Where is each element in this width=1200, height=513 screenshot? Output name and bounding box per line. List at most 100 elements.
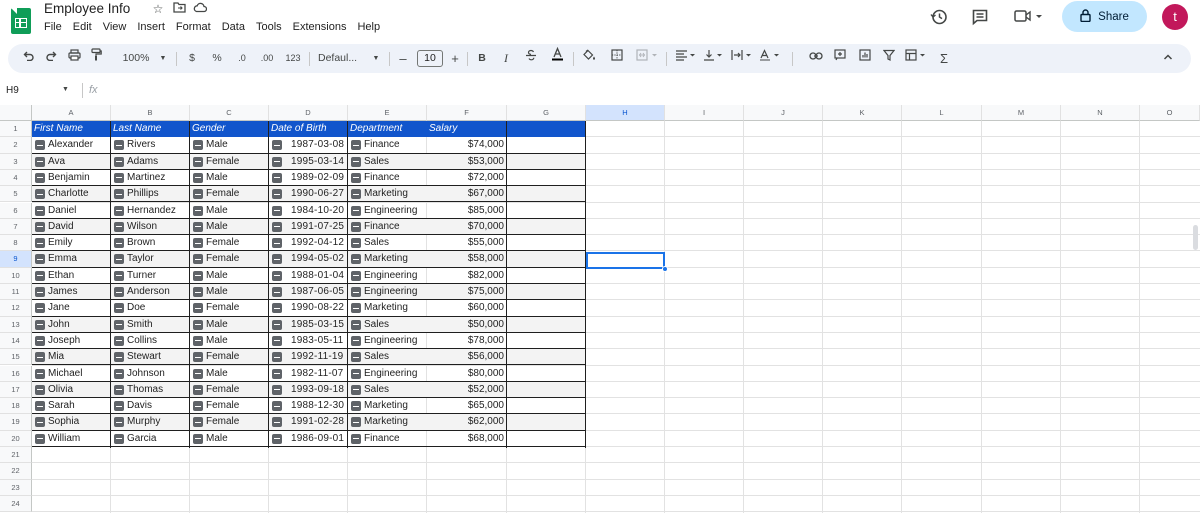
table-cell-first-name[interactable]: Daniel <box>32 203 111 219</box>
currency-button[interactable]: $ <box>185 44 199 73</box>
minus-chip-icon[interactable] <box>114 189 124 200</box>
header-last-name[interactable]: Last Name <box>111 121 190 137</box>
zoom-select[interactable]: 100% <box>118 44 154 73</box>
table-cell-last-name[interactable]: Martinez <box>111 170 190 186</box>
column-header-k[interactable]: K <box>823 105 902 121</box>
table-cell-last-name[interactable]: Thomas <box>111 382 190 398</box>
table-cell-salary[interactable]: $78,000 <box>427 333 506 349</box>
row-header-4[interactable]: 4 <box>0 169 32 187</box>
column-header-d[interactable]: D <box>269 105 348 121</box>
minus-chip-icon[interactable] <box>114 335 124 346</box>
comment-add-icon[interactable] <box>832 44 848 73</box>
table-cell-date-of-birth[interactable]: 1991-02-28 <box>269 414 348 430</box>
table-cell-department[interactable]: Sales <box>348 382 427 398</box>
table-cell-department[interactable]: Engineering <box>348 366 427 382</box>
column-header-o[interactable]: O <box>1140 105 1200 121</box>
table-cell-first-name[interactable]: Mia <box>32 349 111 365</box>
rotate-icon[interactable] <box>758 44 784 73</box>
star-icon[interactable]: ☆ <box>151 2 165 16</box>
avatar[interactable]: t <box>1162 4 1188 30</box>
minus-chip-icon[interactable] <box>193 156 203 167</box>
table-cell-department[interactable]: Marketing <box>348 251 427 267</box>
table-cell-last-name[interactable]: Hernandez <box>111 203 190 219</box>
row-header-12[interactable]: 12 <box>0 300 32 317</box>
menu-help[interactable]: Help <box>357 21 380 33</box>
minus-chip-icon[interactable] <box>351 189 361 200</box>
minus-chip-icon[interactable] <box>35 254 45 265</box>
minus-chip-icon[interactable] <box>35 384 45 395</box>
row-header-22[interactable]: 22 <box>0 463 32 480</box>
table-cell-gender[interactable]: Female <box>190 382 269 398</box>
minus-chip-icon[interactable] <box>193 384 203 395</box>
row-header-18[interactable]: 18 <box>0 398 32 415</box>
minus-chip-icon[interactable] <box>272 417 282 428</box>
table-cell-date-of-birth[interactable]: 1989-02-09 <box>269 170 348 186</box>
minus-chip-icon[interactable] <box>35 238 45 249</box>
minus-chip-icon[interactable] <box>351 384 361 395</box>
minus-chip-icon[interactable] <box>272 384 282 395</box>
table-cell-salary[interactable]: $53,000 <box>427 154 506 170</box>
table-cell-last-name[interactable]: Smith <box>111 317 190 333</box>
minus-chip-icon[interactable] <box>351 401 361 412</box>
table-cell-department[interactable]: Marketing <box>348 300 427 316</box>
minus-chip-icon[interactable] <box>35 270 45 281</box>
menu-insert[interactable]: Insert <box>137 21 165 33</box>
table-cell-gender[interactable]: Male <box>190 203 269 219</box>
table-cell-gender[interactable]: Male <box>190 284 269 300</box>
table-cell-department[interactable]: Sales <box>348 154 427 170</box>
minus-chip-icon[interactable] <box>272 303 282 314</box>
table-cell-department[interactable]: Finance <box>348 431 427 447</box>
menu-view[interactable]: View <box>103 21 127 33</box>
fill-color-icon[interactable] <box>581 44 597 73</box>
minus-chip-icon[interactable] <box>272 172 282 183</box>
table-cell-date-of-birth[interactable]: 1995-03-14 <box>269 154 348 170</box>
row-header-24[interactable]: 24 <box>0 495 32 513</box>
minus-chip-icon[interactable] <box>351 433 361 444</box>
vertical-scrollbar[interactable] <box>1193 225 1198 250</box>
minus-chip-icon[interactable] <box>272 270 282 281</box>
row-header-8[interactable]: 8 <box>0 235 32 252</box>
table-cell-salary[interactable]: $80,000 <box>427 366 506 382</box>
filter-icon[interactable] <box>881 44 897 73</box>
minus-chip-icon[interactable] <box>193 352 203 363</box>
minus-chip-icon[interactable] <box>35 221 45 232</box>
column-header-m[interactable]: M <box>982 105 1061 121</box>
table-cell-date-of-birth[interactable]: 1986-09-01 <box>269 431 348 447</box>
filter-views-icon[interactable] <box>903 44 931 73</box>
table-cell-last-name[interactable]: Collins <box>111 333 190 349</box>
minus-chip-icon[interactable] <box>193 319 203 330</box>
row-header-16[interactable]: 16 <box>0 365 32 382</box>
table-cell-gender[interactable]: Female <box>190 235 269 251</box>
table-cell-first-name[interactable]: Sarah <box>32 398 111 414</box>
minus-chip-icon[interactable] <box>272 189 282 200</box>
minus-chip-icon[interactable] <box>35 189 45 200</box>
row-header-23[interactable]: 23 <box>0 479 32 496</box>
table-cell-last-name[interactable]: Garcia <box>111 431 190 447</box>
minus-chip-icon[interactable] <box>193 433 203 444</box>
name-box[interactable]: H9 <box>6 85 19 96</box>
minus-chip-icon[interactable] <box>114 172 124 183</box>
minus-chip-icon[interactable] <box>114 319 124 330</box>
select-all-corner[interactable] <box>0 105 32 121</box>
minus-chip-icon[interactable] <box>193 189 203 200</box>
minus-chip-icon[interactable] <box>272 352 282 363</box>
table-cell-first-name[interactable]: David <box>32 219 111 235</box>
minus-chip-icon[interactable] <box>351 319 361 330</box>
minus-chip-icon[interactable] <box>35 287 45 297</box>
table-cell-date-of-birth[interactable]: 1987-03-08 <box>269 137 348 153</box>
minus-chip-icon[interactable] <box>114 238 124 249</box>
table-cell-salary[interactable]: $67,000 <box>427 186 506 202</box>
minus-chip-icon[interactable] <box>114 401 124 412</box>
row-header-19[interactable]: 19 <box>0 414 32 431</box>
table-cell-first-name[interactable]: William <box>32 431 111 447</box>
minus-chip-icon[interactable] <box>193 417 203 428</box>
row-header-17[interactable]: 17 <box>0 381 32 399</box>
selected-cell-h9[interactable] <box>586 252 665 269</box>
minus-chip-icon[interactable] <box>272 238 282 249</box>
column-header-l[interactable]: L <box>902 105 982 121</box>
row-header-11[interactable]: 11 <box>0 284 32 301</box>
header-gender[interactable]: Gender <box>190 121 269 137</box>
table-cell-department[interactable]: Sales <box>348 317 427 333</box>
table-cell-date-of-birth[interactable]: 1988-12-30 <box>269 398 348 414</box>
table-cell-department[interactable]: Engineering <box>348 284 427 300</box>
